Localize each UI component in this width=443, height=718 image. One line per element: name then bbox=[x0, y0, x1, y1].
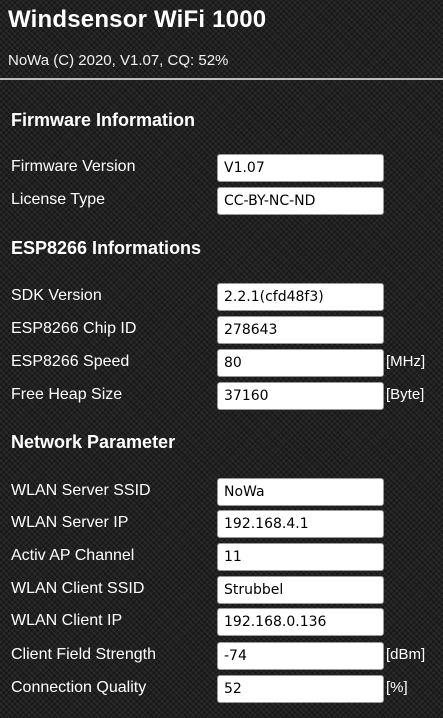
label-firmware-version: Firmware Version bbox=[11, 158, 136, 175]
row-license-type: License Type bbox=[0, 187, 443, 215]
field-sdk-version[interactable] bbox=[217, 283, 384, 311]
field-firmware-version[interactable] bbox=[217, 154, 384, 182]
row-esp-speed: ESP8266 Speed [MHz] bbox=[0, 349, 443, 377]
page-title: Windsensor WiFi 1000 bbox=[8, 6, 267, 33]
row-client-ssid: WLAN Client SSID bbox=[0, 576, 443, 604]
row-field-strength: Client Field Strength [dBm] bbox=[0, 642, 443, 670]
field-client-ssid[interactable] bbox=[217, 576, 384, 604]
unit-field-strength: [dBm] bbox=[386, 646, 426, 663]
field-server-ip[interactable] bbox=[217, 510, 384, 538]
label-client-ip: WLAN Client IP bbox=[11, 612, 123, 629]
row-server-ssid: WLAN Server SSID bbox=[0, 478, 443, 506]
section-title-firmware: Firmware Information bbox=[11, 110, 196, 130]
section-title-esp: ESP8266 Informations bbox=[11, 238, 202, 258]
row-free-heap: Free Heap Size [Byte] bbox=[0, 382, 443, 410]
row-firmware-version: Firmware Version bbox=[0, 154, 443, 182]
field-connection-quality[interactable] bbox=[217, 675, 384, 703]
page-subtitle: NoWa (C) 2020, V1.07, CQ: 52% bbox=[8, 52, 229, 69]
row-client-ip: WLAN Client IP bbox=[0, 608, 443, 636]
row-chip-id: ESP8266 Chip ID bbox=[0, 316, 443, 344]
label-sdk-version: SDK Version bbox=[11, 287, 102, 304]
field-license-type[interactable] bbox=[217, 187, 384, 215]
field-chip-id[interactable] bbox=[217, 316, 384, 344]
header-divider bbox=[0, 78, 443, 80]
unit-esp-speed: [MHz] bbox=[386, 353, 426, 370]
label-free-heap: Free Heap Size bbox=[11, 386, 123, 403]
label-server-ip: WLAN Server IP bbox=[11, 514, 129, 531]
field-free-heap[interactable] bbox=[217, 382, 384, 410]
label-connection-quality: Connection Quality bbox=[11, 679, 147, 696]
unit-free-heap: [Byte] bbox=[386, 386, 425, 403]
label-ap-channel: Activ AP Channel bbox=[11, 547, 135, 564]
row-sdk-version: SDK Version bbox=[0, 283, 443, 311]
field-server-ssid[interactable] bbox=[217, 478, 384, 506]
field-client-ip[interactable] bbox=[217, 608, 384, 636]
field-ap-channel[interactable] bbox=[217, 543, 384, 571]
label-chip-id: ESP8266 Chip ID bbox=[11, 320, 137, 337]
label-server-ssid: WLAN Server SSID bbox=[11, 482, 151, 499]
label-license-type: License Type bbox=[11, 191, 105, 208]
label-client-ssid: WLAN Client SSID bbox=[11, 580, 145, 597]
section-title-network: Network Parameter bbox=[11, 432, 176, 452]
label-esp-speed: ESP8266 Speed bbox=[11, 353, 130, 370]
row-connection-quality: Connection Quality [%] bbox=[0, 675, 443, 703]
row-server-ip: WLAN Server IP bbox=[0, 510, 443, 538]
field-field-strength[interactable] bbox=[217, 642, 384, 670]
field-esp-speed[interactable] bbox=[217, 349, 384, 377]
row-ap-channel: Activ AP Channel bbox=[0, 543, 443, 571]
unit-connection-quality: [%] bbox=[386, 679, 408, 696]
label-field-strength: Client Field Strength bbox=[11, 646, 156, 663]
